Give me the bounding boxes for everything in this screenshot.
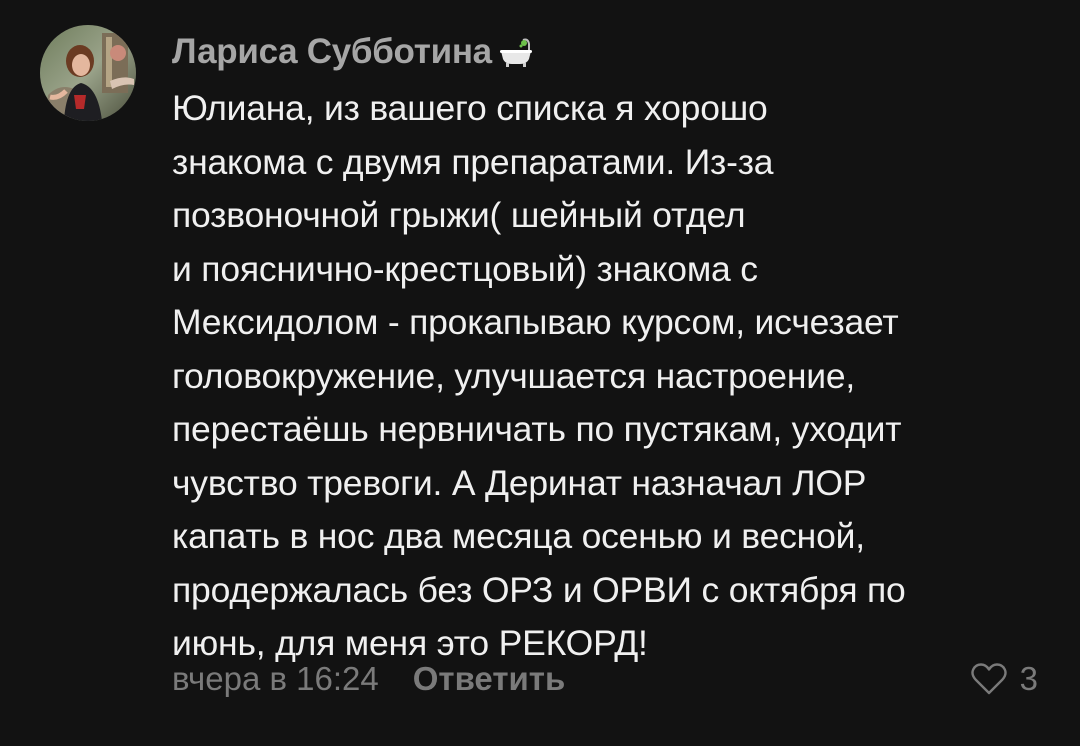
comment-text-line: чувство тревоги. А Деринат назначал ЛОР [172, 462, 867, 503]
comment-text-line: и пояснично-крестцовый) знакома с [172, 248, 758, 289]
avatar[interactable] [40, 25, 136, 121]
comment-text-line: капать в нос два месяца осенью и весной, [172, 516, 865, 556]
timestamp: вчера в 16:24 [172, 660, 379, 697]
comment-text-line: перестаёшь нервничать по пустякам, уходи… [172, 409, 902, 449]
comment-text-line: Юлиана, из вашего списка я хорошо [172, 88, 768, 128]
like-button[interactable]: 3 [970, 654, 1038, 704]
comment-text-line: Мексидолом - прокапываю курсом, исчезает [172, 302, 899, 342]
author-name[interactable]: Лариса Субботина [172, 32, 492, 72]
comment-text-line: головокружение, улучшается настроение, [172, 355, 856, 396]
comment: Лариса Субботина Юлиана, из вашего списк… [0, 0, 1080, 746]
comment-footer: вчера в 16:24 Ответить [172, 654, 565, 704]
comment-text-line: позвоночной грыжи( шейный отдел [172, 195, 746, 235]
heart-outline-icon[interactable] [970, 662, 1008, 696]
avatar-photo [40, 25, 136, 121]
bathtub-icon [498, 34, 534, 70]
comment-text-line: знакома с двумя препаратами. Из-за [172, 141, 774, 182]
like-count: 3 [1019, 660, 1038, 697]
comment-text: Юлиана, из вашего списка я хорошо знаком… [172, 82, 1052, 671]
comment-text-line: продержалась без ОРЗ и ОРВИ с октября по [172, 569, 906, 610]
reply-button[interactable]: Ответить [413, 660, 566, 698]
author-row: Лариса Субботина [172, 30, 534, 74]
